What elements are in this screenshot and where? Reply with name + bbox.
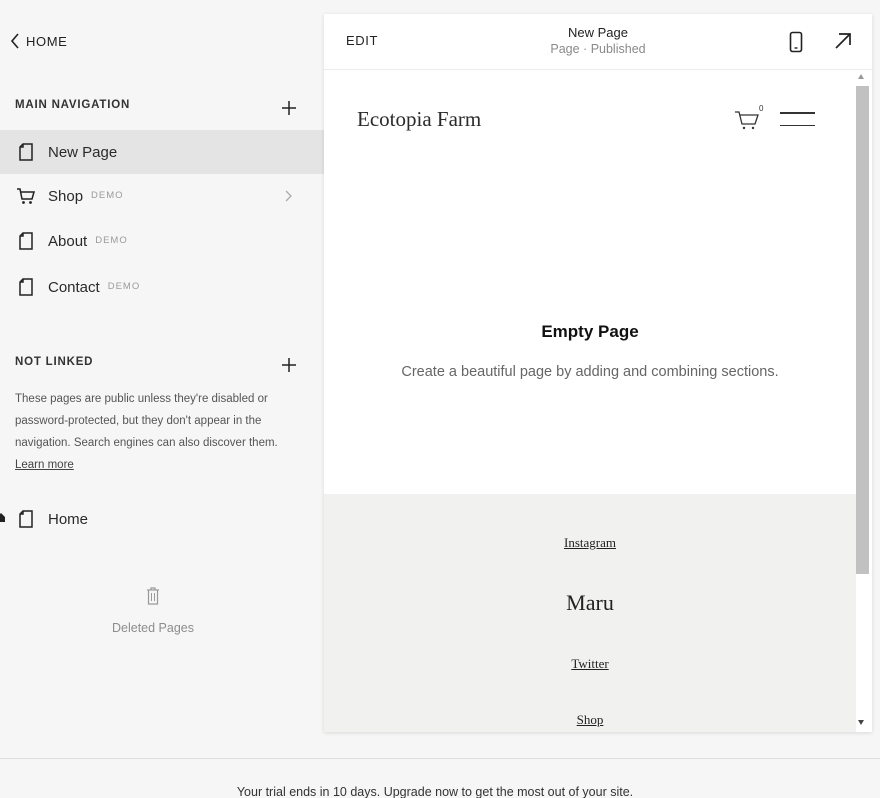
homepage-icon	[0, 513, 5, 522]
main-navigation-heading: MAIN NAVIGATION	[15, 99, 131, 111]
chevron-left-icon	[10, 33, 19, 49]
plus-icon	[282, 358, 296, 372]
instagram-link[interactable]: Instagram	[564, 535, 616, 550]
site-preview: Ecotopia Farm 0 Empty Page Create a beau…	[324, 70, 856, 732]
open-in-new-icon[interactable]	[834, 32, 852, 50]
page-icon	[19, 510, 33, 528]
site-title[interactable]: Ecotopia Farm	[357, 107, 481, 132]
nav-item-shop[interactable]: Shop DEMO	[0, 174, 324, 218]
footer-brand: Maru	[566, 590, 614, 615]
learn-more-link[interactable]: Learn more	[15, 459, 74, 471]
nav-item-label: New Page	[48, 143, 118, 161]
trial-message[interactable]: Your trial ends in 10 days. Upgrade now …	[0, 785, 870, 798]
nav-item-new-page[interactable]: New Page	[0, 130, 324, 174]
mobile-preview-icon[interactable]	[789, 31, 803, 53]
footer-link-instagram: Instagram	[324, 535, 856, 551]
nav-item-label: Home	[48, 510, 89, 528]
page-icon	[19, 232, 33, 250]
back-label: HOME	[26, 33, 68, 49]
page-info: New Page Page · Published	[498, 25, 698, 56]
demo-badge: DEMO	[95, 234, 128, 246]
nav-item-about[interactable]: About DEMO	[0, 219, 324, 263]
cart-count: 0	[759, 104, 764, 113]
cart-icon	[17, 188, 35, 204]
page-status: Page · Published	[550, 42, 646, 56]
add-main-nav-page-button[interactable]	[279, 98, 299, 118]
plus-icon	[282, 101, 296, 115]
page-title: New Page	[568, 25, 628, 40]
preview-header: EDIT New Page Page · Published	[324, 14, 872, 70]
not-linked-description: These pages are public unless they're di…	[15, 388, 300, 476]
footer-link-shop: Shop	[324, 712, 856, 728]
add-not-linked-page-button[interactable]	[279, 355, 299, 375]
site-footer: Instagram Maru Twitter Shop	[324, 494, 856, 732]
cart-icon[interactable]	[734, 110, 760, 130]
demo-badge: DEMO	[107, 280, 141, 292]
not-linked-note-text: These pages are public unless they're di…	[15, 393, 278, 449]
page-icon	[19, 143, 33, 161]
pages-sidebar: HOME MAIN NAVIGATION New Page Shop DEMO	[0, 0, 324, 758]
nav-item-contact[interactable]: Contact DEMO	[0, 265, 324, 309]
edit-button[interactable]: EDIT	[346, 33, 378, 48]
trial-banner: Your trial ends in 10 days. Upgrade now …	[0, 758, 880, 798]
scrollbar-thumb[interactable]	[856, 86, 869, 574]
hamburger-menu-icon[interactable]	[780, 112, 816, 128]
nav-item-label: Contact	[48, 278, 100, 296]
chevron-right-icon	[285, 190, 292, 202]
nav-item-home[interactable]: Home	[0, 497, 324, 541]
empty-page-subtitle: Create a beautiful page by adding and co…	[401, 364, 779, 380]
trash-icon[interactable]	[146, 587, 160, 605]
shop-link[interactable]: Shop	[577, 712, 604, 727]
nav-item-label: About	[48, 232, 88, 250]
demo-badge: DEMO	[91, 189, 124, 201]
empty-page-title: Empty Page	[541, 322, 639, 341]
scroll-up-arrow-icon[interactable]	[858, 74, 864, 79]
back-to-home-button[interactable]: HOME	[10, 32, 67, 50]
page-preview-panel: EDIT New Page Page · Published Ecotopia …	[324, 14, 872, 732]
twitter-link[interactable]: Twitter	[571, 656, 608, 671]
footer-link-twitter: Twitter	[324, 656, 856, 672]
nav-item-label: Shop	[48, 187, 84, 205]
not-linked-heading: NOT LINKED	[15, 356, 94, 368]
deleted-pages-link[interactable]: Deleted Pages	[0, 621, 306, 635]
page-icon	[19, 278, 33, 296]
scroll-down-arrow-icon[interactable]	[858, 720, 864, 725]
